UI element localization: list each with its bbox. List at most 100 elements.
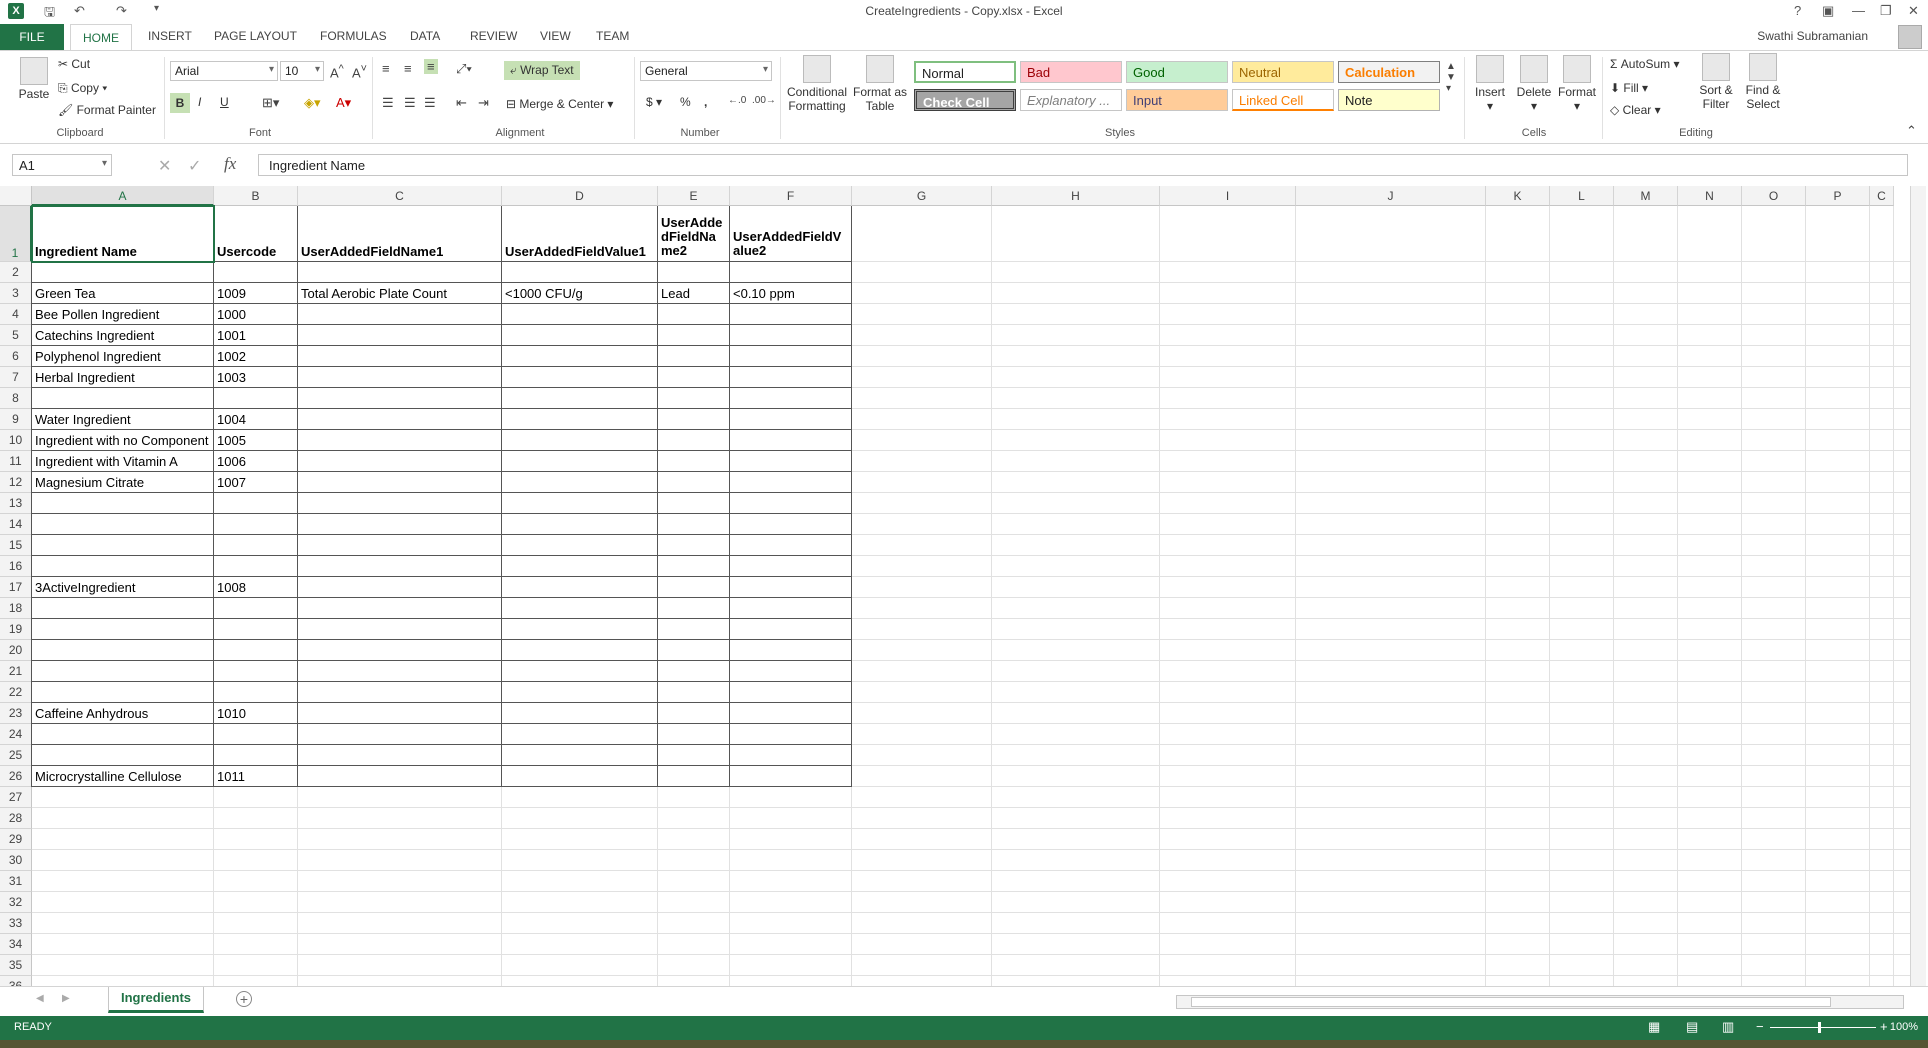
cell-c1[interactable]: UserAddedFieldName1 [298,244,502,260]
cell-a10[interactable]: Ingredient with no Component [32,433,214,449]
avatar[interactable] [1898,25,1922,49]
horizontal-scrollbar[interactable] [1176,995,1904,1009]
row-header-11[interactable]: 11 [0,451,32,472]
comma-button[interactable]: , [704,95,707,109]
row-header-13[interactable]: 13 [0,493,32,514]
orientation-icon[interactable]: ⤢▾ [456,61,472,77]
tab-page-layout[interactable]: PAGE LAYOUT [214,29,297,43]
enter-icon[interactable]: ✓ [188,156,201,176]
delete-cells-button[interactable]: Delete ▾ [1514,55,1554,113]
column-header-a[interactable]: A [32,186,214,206]
row-header-10[interactable]: 10 [0,430,32,451]
cell-a23[interactable]: Caffeine Anhydrous [32,706,214,722]
fill-color-icon[interactable]: ◈▾ [304,95,321,111]
zoom-slider-thumb[interactable] [1818,1022,1821,1033]
column-header-l[interactable]: L [1550,186,1614,206]
row-header-29[interactable]: 29 [0,829,32,850]
format-as-table-button[interactable]: Format as Table [852,55,908,113]
bold-button[interactable]: B [170,93,190,113]
row-header-16[interactable]: 16 [0,556,32,577]
cell-a6[interactable]: Polyphenol Ingredient [32,349,214,365]
increase-font-icon[interactable]: A^ [330,63,344,80]
cell-b4[interactable]: 1000 [214,307,298,323]
cell-a7[interactable]: Herbal Ingredient [32,370,214,386]
cell-f3[interactable]: <0.10 ppm [730,286,852,302]
increase-decimal-icon[interactable]: ←.0 [728,95,746,106]
column-header-g[interactable]: G [852,186,992,206]
row-header-33[interactable]: 33 [0,913,32,934]
cell-b26[interactable]: 1011 [214,769,298,785]
row-header-1[interactable]: 1 [0,206,32,262]
column-header-d[interactable]: D [502,186,658,206]
column-header-c[interactable]: C [298,186,502,206]
column-header-n[interactable]: N [1678,186,1742,206]
tab-formulas[interactable]: FORMULAS [320,29,387,43]
column-header-c[interactable]: C [1870,186,1894,206]
font-size-select[interactable]: 10 [280,61,324,81]
cell-b11[interactable]: 1006 [214,454,298,470]
spreadsheet-grid[interactable]: ABCDEFGHIJKLMNOPC 1 2 3 4 5 6 7 8 9 10 11 12 13 14 15 1… [0,186,1910,986]
align-right-icon[interactable]: ☰ [424,95,436,111]
formula-input[interactable]: Ingredient Name [258,154,1908,176]
cell-b5[interactable]: 1001 [214,328,298,344]
row-header-17[interactable]: 17 [0,577,32,598]
row-header-23[interactable]: 23 [0,703,32,724]
cut-button[interactable]: ✂ Cut [58,57,90,71]
normal-view-icon[interactable]: ▦ [1648,1019,1660,1035]
sort-filter-button[interactable]: Sort & Filter [1694,53,1738,111]
clear-button[interactable]: ◇ Clear ▾ [1610,103,1661,117]
insert-function-icon[interactable]: fx [224,154,236,174]
row-header-20[interactable]: 20 [0,640,32,661]
minimize-icon[interactable]: — [1852,3,1865,18]
cell-b12[interactable]: 1007 [214,475,298,491]
row-header-14[interactable]: 14 [0,514,32,535]
column-header-b[interactable]: B [214,186,298,206]
font-color-icon[interactable]: A▾ [336,95,351,111]
conditional-formatting-button[interactable]: Conditional Formatting [784,55,850,113]
style-input[interactable]: Input [1126,89,1228,111]
new-sheet-icon[interactable]: + [236,991,252,1007]
row-header-6[interactable]: 6 [0,346,32,367]
row-header-28[interactable]: 28 [0,808,32,829]
row-header-22[interactable]: 22 [0,682,32,703]
style-note[interactable]: Note [1338,89,1440,111]
row-header-19[interactable]: 19 [0,619,32,640]
zoom-in-icon[interactable]: + [1880,1019,1888,1034]
restore-icon[interactable]: ❐ [1880,3,1892,19]
paste-button[interactable]: Paste [14,57,54,101]
insert-cells-button[interactable]: Insert ▾ [1470,55,1510,113]
tab-data[interactable]: DATA [410,29,440,43]
percent-button[interactable]: % [680,95,691,109]
cell-b1[interactable]: Usercode [214,244,298,260]
row-header-3[interactable]: 3 [0,283,32,304]
italic-button[interactable]: I [198,95,201,109]
tab-home[interactable]: HOME [70,24,132,51]
row-header-15[interactable]: 15 [0,535,32,556]
style-neutral[interactable]: Neutral [1232,61,1334,83]
currency-button[interactable]: $ ▾ [646,95,662,109]
help-icon[interactable]: ? [1794,3,1801,18]
decrease-decimal-icon[interactable]: .00→ [752,95,776,106]
align-center-icon[interactable]: ☰ [404,95,416,111]
copy-button[interactable]: ⎘ Copy ▾ [58,81,107,96]
font-name-select[interactable]: Arial [170,61,278,81]
row-header-35[interactable]: 35 [0,955,32,976]
number-format-select[interactable]: General [640,61,772,81]
column-header-m[interactable]: M [1614,186,1678,206]
name-box[interactable]: A1 [12,154,112,176]
cell-e3[interactable]: Lead [658,286,730,302]
cell-a4[interactable]: Bee Pollen Ingredient [32,307,214,323]
tab-file[interactable]: FILE [0,24,64,50]
style-check-cell[interactable]: Check Cell [914,89,1016,111]
sheet-tab-ingredients[interactable]: Ingredients [108,987,204,1013]
row-header-7[interactable]: 7 [0,367,32,388]
row-header-2[interactable]: 2 [0,262,32,283]
row-header-26[interactable]: 26 [0,766,32,787]
column-header-p[interactable]: P [1806,186,1870,206]
cell-a3[interactable]: Green Tea [32,286,214,302]
cell-c3[interactable]: Total Aerobic Plate Count [298,286,502,302]
cell-b7[interactable]: 1003 [214,370,298,386]
style-explanatory[interactable]: Explanatory ... [1020,89,1122,111]
row-header-9[interactable]: 9 [0,409,32,430]
fill-button[interactable]: ⬇ Fill ▾ [1610,81,1648,95]
